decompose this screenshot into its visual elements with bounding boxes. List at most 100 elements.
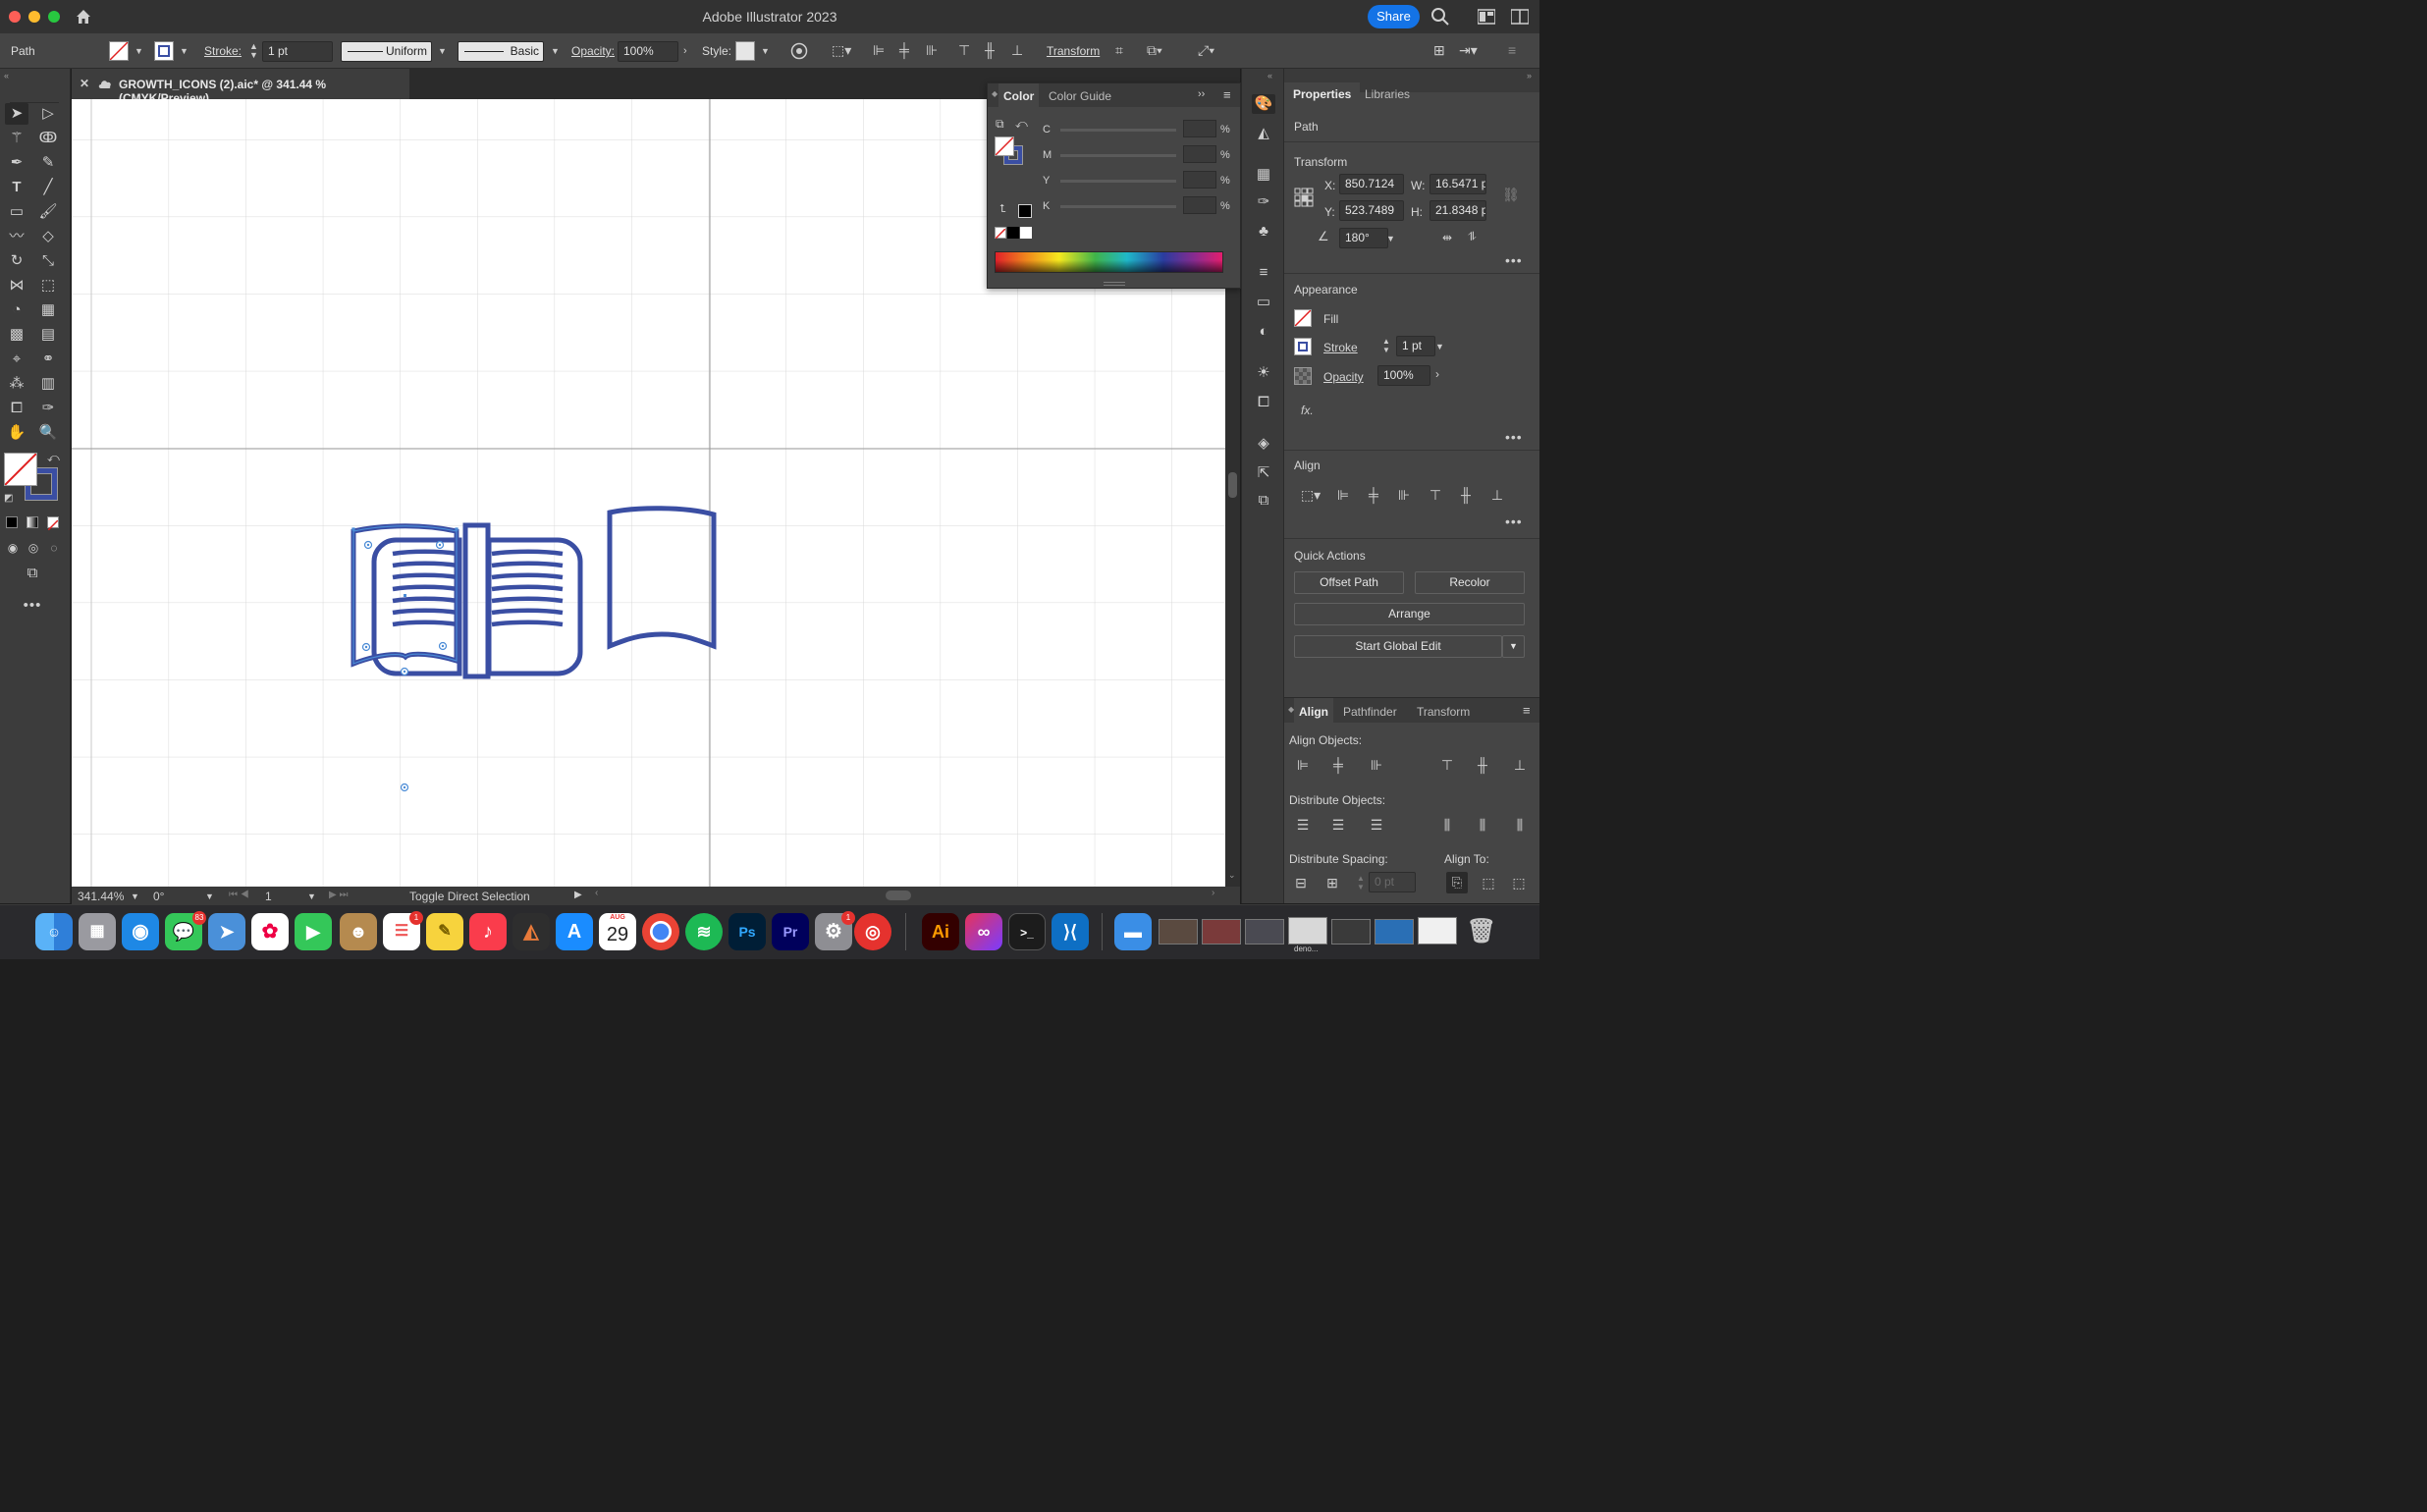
appearance-stroke-swatch[interactable] — [1294, 338, 1312, 355]
offset-path-button[interactable]: Offset Path — [1294, 571, 1404, 594]
artboard-number[interactable]: 1 — [265, 890, 272, 903]
black-swatch[interactable] — [1007, 227, 1019, 239]
transform-more-icon[interactable]: ••• — [1505, 252, 1523, 268]
edit-toolbar-icon[interactable]: ••• — [21, 595, 44, 617]
horizontal-scrollbar-thumb[interactable] — [886, 891, 911, 900]
angle-dropdown-icon[interactable]: ▼ — [1386, 234, 1395, 243]
photoshop-dock-icon[interactable]: Ps — [728, 913, 766, 950]
stroke-weight-field[interactable]: 1 pt — [262, 41, 333, 62]
channel-m-field[interactable] — [1183, 145, 1216, 163]
shape-builder-tool-icon[interactable]: ◔ — [5, 299, 28, 321]
recolor-button[interactable]: Recolor — [1415, 571, 1525, 594]
panel-align-bottom-icon[interactable]: ⊥ — [1511, 756, 1529, 774]
pen-tool-icon[interactable]: ✒ — [5, 152, 28, 174]
window-thumbnail-1[interactable] — [1159, 919, 1198, 945]
window-thumbnail-7[interactable] — [1418, 917, 1457, 945]
y-position-field[interactable]: 523.7489 — [1339, 200, 1404, 221]
align-bottom-icon[interactable]: ⊥ — [1011, 42, 1029, 60]
align-to-key-object-icon[interactable]: ⬚ — [1510, 874, 1528, 891]
brush-dropdown-icon[interactable]: ▼ — [551, 46, 560, 56]
collapse-properties-icon[interactable]: » — [1527, 71, 1532, 81]
brush-definition-select[interactable]: Basic — [458, 41, 544, 62]
workspace-switcher-icon[interactable] — [1477, 9, 1496, 25]
magic-wand-tool-icon[interactable]: ⚚ — [5, 128, 28, 149]
panel-align-hcenter-icon[interactable]: ╪ — [1329, 756, 1347, 774]
variable-width-profile-select[interactable]: Uniform — [341, 41, 432, 62]
appearance-panel-icon[interactable]: ☀ — [1252, 363, 1275, 383]
swatches-icon[interactable]: ▦ — [1252, 165, 1275, 185]
notes-dock-icon[interactable]: ✎ — [426, 913, 463, 950]
flip-horizontal-icon[interactable]: ⇹ — [1442, 231, 1452, 244]
gradient-mode-icon[interactable] — [27, 516, 38, 528]
align-more-icon[interactable]: ••• — [1505, 513, 1523, 529]
none-swatch[interactable] — [995, 227, 1006, 240]
screen-mode-icon[interactable]: ⧉ — [21, 563, 44, 584]
hand-tool-icon[interactable]: ✋ — [5, 422, 28, 444]
channel-y-field[interactable] — [1183, 171, 1216, 189]
panel-fill-swatch[interactable] — [995, 136, 1014, 156]
premiere-dock-icon[interactable]: Pr — [772, 913, 809, 950]
profile-dropdown-icon[interactable]: ▼ — [438, 46, 447, 56]
safari-dock-icon[interactable]: ◉ — [122, 913, 159, 950]
vectornator-dock-icon[interactable]: ◭ — [512, 913, 550, 950]
appearance-opacity-label[interactable]: Opacity — [1323, 370, 1364, 384]
align-to-selection-icon[interactable]: ⬚▾ — [832, 42, 855, 60]
align-to-selection-option-icon[interactable]: ⬚ — [1480, 874, 1497, 891]
scroll-down-icon[interactable]: ⌄ — [1228, 870, 1236, 881]
distribute-vcenter-icon[interactable]: ☰ — [1329, 816, 1347, 834]
channel-c-slider[interactable] — [1060, 129, 1176, 132]
direct-selection-tool-icon[interactable]: ▷ — [36, 103, 60, 125]
align-panel-menu-icon[interactable]: ≡ — [1523, 703, 1531, 718]
status-menu-icon[interactable]: ▶ — [574, 890, 582, 900]
appearance-stroke-field[interactable]: 1 pt — [1396, 336, 1435, 356]
align-top-icon[interactable]: ⊤ — [958, 42, 976, 60]
height-field[interactable]: 21.8348 p — [1429, 200, 1486, 221]
terminal-dock-icon[interactable]: >_ — [1008, 913, 1046, 950]
fill-dropdown-icon[interactable]: ▼ — [135, 46, 143, 56]
mesh-tool-icon[interactable]: ▩ — [5, 324, 28, 346]
stroke-dropdown-icon[interactable]: ▼ — [180, 46, 189, 56]
global-edit-options-button[interactable]: ▼ — [1502, 635, 1525, 658]
transparency-icon[interactable]: ◐ — [1252, 322, 1275, 342]
last-color-swatch[interactable] — [1018, 204, 1032, 218]
props-align-bottom-icon[interactable]: ⊥ — [1488, 486, 1506, 504]
channel-k-field[interactable] — [1183, 196, 1216, 214]
stroke-swatch[interactable] — [154, 41, 174, 61]
artboards-icon[interactable]: ⧉ — [1252, 491, 1275, 511]
tab-transform[interactable]: Transform — [1417, 705, 1470, 719]
panel-align-left-icon[interactable]: ⊫ — [1294, 756, 1312, 774]
props-align-left-icon[interactable]: ⊫ — [1334, 486, 1352, 504]
tab-color-guide[interactable]: Color Guide — [1049, 89, 1111, 103]
slice-tool-icon[interactable]: ✑ — [36, 398, 60, 419]
panel-align-vcenter-icon[interactable]: ╫ — [1474, 756, 1491, 774]
creative-cloud-dock-icon[interactable]: ∞ — [965, 913, 1002, 950]
blend-tool-icon[interactable]: ⚭ — [36, 349, 60, 370]
contacts-dock-icon[interactable]: ☻ — [340, 913, 377, 950]
distribute-horizontal-space-icon[interactable]: ⊞ — [1323, 874, 1341, 891]
tab-align[interactable]: Align — [1294, 698, 1333, 724]
opacity-field[interactable]: 100% — [618, 41, 678, 62]
curvature-tool-icon[interactable]: ✎ — [36, 152, 60, 174]
perspective-grid-tool-icon[interactable]: ▦ — [36, 299, 60, 321]
focus-app-dock-icon[interactable]: ◎ — [854, 913, 891, 950]
x-position-field[interactable]: 850.7124 — [1339, 174, 1404, 194]
opacity-arrow-icon[interactable]: › — [683, 45, 687, 57]
opacity-label[interactable]: Opacity: — [571, 44, 615, 58]
graphic-style-swatch[interactable] — [735, 41, 755, 61]
eyedropper-tool-icon[interactable]: ⌖ — [5, 349, 28, 370]
scale-tool-icon[interactable]: ⤡ — [36, 250, 60, 272]
app-store-dock-icon[interactable]: A — [556, 913, 593, 950]
width-tool-icon[interactable]: ⋈ — [5, 275, 28, 297]
panel-grid-icon[interactable]: ⊞ — [1433, 42, 1451, 60]
envelope-distort-icon[interactable]: ⧉▾ — [1147, 42, 1176, 60]
constrain-proportions-icon[interactable]: ⛓ — [1502, 187, 1520, 203]
vscode-dock-icon[interactable]: ⟩⟨ — [1052, 913, 1089, 950]
distribute-hcenter-icon[interactable]: ⫼ — [1474, 816, 1491, 834]
close-tab-icon[interactable]: ✕ — [80, 77, 89, 90]
none-mode-icon[interactable] — [47, 516, 59, 531]
layers-icon[interactable]: ◈ — [1252, 434, 1275, 454]
maps-dock-icon[interactable]: ➤ — [208, 913, 245, 950]
symbol-sprayer-tool-icon[interactable]: ⁂ — [5, 373, 28, 395]
color-panel-icon[interactable]: 🎨 — [1252, 94, 1275, 114]
graphic-styles-icon[interactable]: ⧠ — [1252, 393, 1275, 412]
